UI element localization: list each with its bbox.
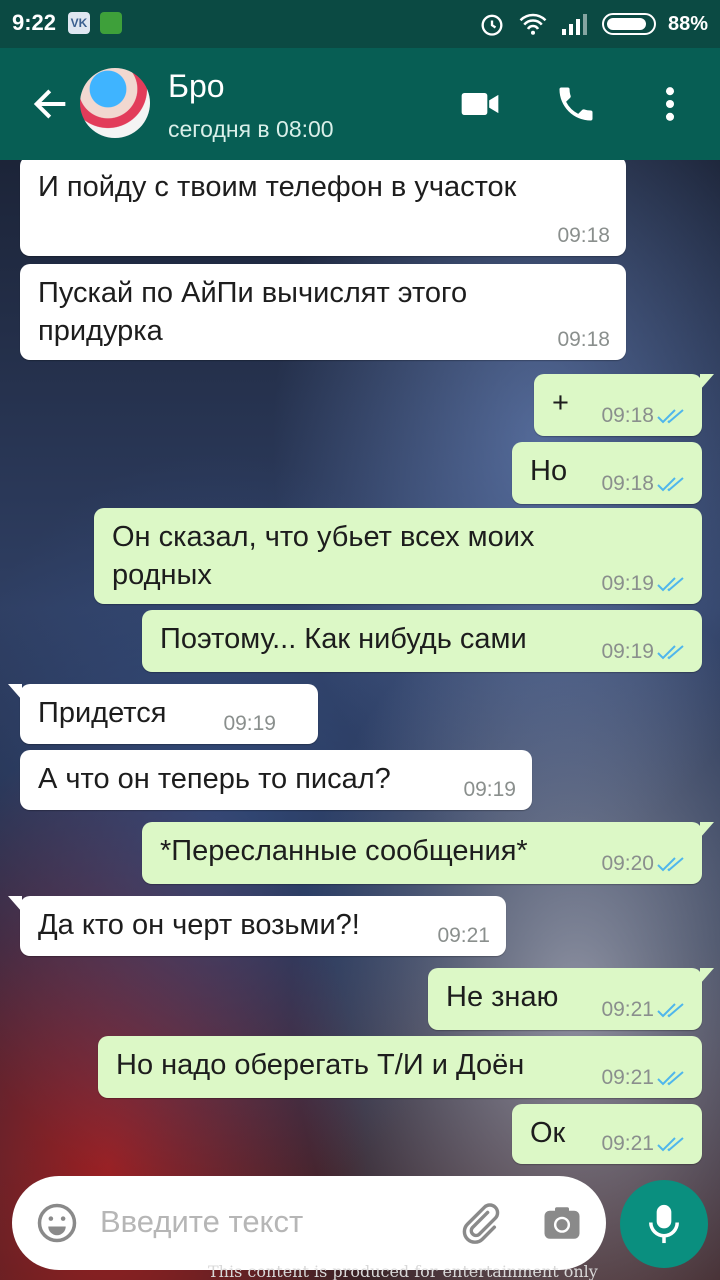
message-outgoing[interactable]: Не знаю 09:21	[428, 968, 714, 1030]
message-time: 09:19	[601, 572, 654, 595]
message-text: Поэтому... Как нибудь сами	[160, 623, 527, 655]
more-options-icon[interactable]	[648, 82, 692, 126]
status-bar: 9:22 VK 88%	[0, 0, 720, 48]
message-incoming[interactable]: Придется 09:19	[8, 684, 318, 744]
last-seen-status: сегодня в 08:00	[168, 116, 334, 142]
message-incoming[interactable]: И пойду с твоим телефон в участок 09:18	[20, 160, 626, 256]
android-notification-icon	[100, 12, 122, 34]
read-receipt-icon	[657, 577, 684, 592]
message-outgoing[interactable]: *Пересланные сообщения* 09:20	[142, 822, 714, 884]
contact-name[interactable]: Бро	[168, 68, 225, 105]
message-meta: 09:18	[601, 472, 686, 496]
wifi-icon	[519, 13, 547, 35]
message-meta: 09:21	[601, 1132, 686, 1156]
cell-signal-icon	[561, 14, 587, 35]
message-text: Не знаю	[446, 981, 559, 1013]
chat-header: Бро сегодня в 08:00	[0, 48, 720, 160]
attach-icon[interactable]	[456, 1200, 502, 1246]
emoji-icon[interactable]	[36, 1202, 78, 1244]
message-time: 09:19	[463, 778, 516, 801]
message-time: 09:18	[557, 328, 610, 351]
message-time: 09:18	[557, 224, 610, 247]
message-input-bar[interactable]: Введите текст	[12, 1176, 606, 1270]
message-text: И пойду с твоим телефон в участок	[38, 171, 517, 203]
message-meta: 09:18	[557, 328, 610, 352]
message-outgoing[interactable]: Он сказал, что убьет всех моих родных 09…	[94, 508, 702, 604]
message-text: Придется	[38, 697, 167, 729]
message-time: 09:18	[601, 472, 654, 495]
message-time: 09:19	[223, 712, 276, 735]
message-incoming[interactable]: А что он теперь то писал? 09:19	[20, 750, 532, 810]
wallpaper-caption: This content is produced for entertainme…	[208, 1262, 598, 1280]
message-time: 09:21	[601, 1066, 654, 1089]
message-outgoing[interactable]: Но 09:18	[512, 442, 702, 504]
message-meta: 09:19	[601, 640, 686, 664]
message-time: 09:18	[601, 404, 654, 427]
message-outgoing[interactable]: Поэтому... Как нибудь сами 09:19	[142, 610, 702, 672]
microphone-icon	[649, 1204, 679, 1244]
message-meta: 09:18	[557, 224, 610, 248]
message-meta: 09:21	[601, 998, 686, 1022]
message-outgoing[interactable]: + 09:18	[534, 374, 714, 436]
message-text: Но	[530, 455, 568, 487]
message-text: Ок	[530, 1117, 566, 1149]
arrow-left-icon[interactable]	[28, 84, 72, 124]
status-time: 9:22	[12, 10, 57, 35]
message-meta: 09:20	[601, 852, 686, 876]
message-meta: 09:19	[463, 778, 516, 802]
read-receipt-icon	[657, 645, 684, 660]
contact-avatar[interactable]	[80, 68, 150, 138]
message-meta: 09:19	[223, 712, 276, 736]
message-time: 09:21	[601, 1132, 654, 1155]
message-text: Да кто он черт возьми?!	[38, 909, 360, 941]
message-outgoing[interactable]: Ок 09:21	[512, 1104, 702, 1164]
message-input-field[interactable]: Введите текст	[100, 1204, 303, 1240]
message-text: +	[552, 387, 569, 419]
message-incoming[interactable]: Пускай по АйПи вычислят этого придурка 0…	[20, 264, 626, 360]
read-receipt-icon	[657, 409, 684, 424]
message-time: 09:21	[601, 998, 654, 1021]
message-outgoing[interactable]: Но надо оберегать Т/И и Доён 09:21	[98, 1036, 702, 1098]
read-receipt-icon	[657, 1137, 684, 1152]
phone-call-icon[interactable]	[554, 82, 598, 126]
video-call-icon[interactable]	[458, 82, 502, 126]
read-receipt-icon	[657, 1071, 684, 1086]
alarm-icon	[481, 14, 503, 36]
message-meta: 09:21	[437, 924, 490, 948]
message-text: Он сказал, что убьет всех моих родных	[112, 521, 535, 591]
message-meta: 09:19	[601, 572, 686, 596]
battery-icon	[601, 13, 656, 35]
message-time: 09:21	[437, 924, 490, 947]
message-text: Но надо оберегать Т/И и Доён	[116, 1049, 525, 1081]
message-meta: 09:18	[601, 404, 686, 428]
battery-percent: 88%	[667, 12, 708, 35]
message-text: А что он теперь то писал?	[38, 763, 391, 795]
vk-notification-icon: VK	[68, 12, 90, 34]
message-meta: 09:21	[601, 1066, 686, 1090]
voice-message-button[interactable]	[620, 1180, 708, 1268]
message-time: 09:19	[601, 640, 654, 663]
message-time: 09:20	[601, 852, 654, 875]
camera-icon[interactable]	[540, 1202, 584, 1244]
message-text: Пускай по АйПи вычислят этого придурка	[38, 277, 468, 347]
chat-background[interactable]: И пойду с твоим телефон в участок 09:18 …	[0, 160, 720, 1280]
read-receipt-icon	[657, 857, 684, 872]
read-receipt-icon	[657, 1003, 684, 1018]
message-text: *Пересланные сообщения*	[160, 835, 528, 867]
read-receipt-icon	[657, 477, 684, 492]
message-incoming[interactable]: Да кто он черт возьми?! 09:21	[8, 896, 506, 956]
